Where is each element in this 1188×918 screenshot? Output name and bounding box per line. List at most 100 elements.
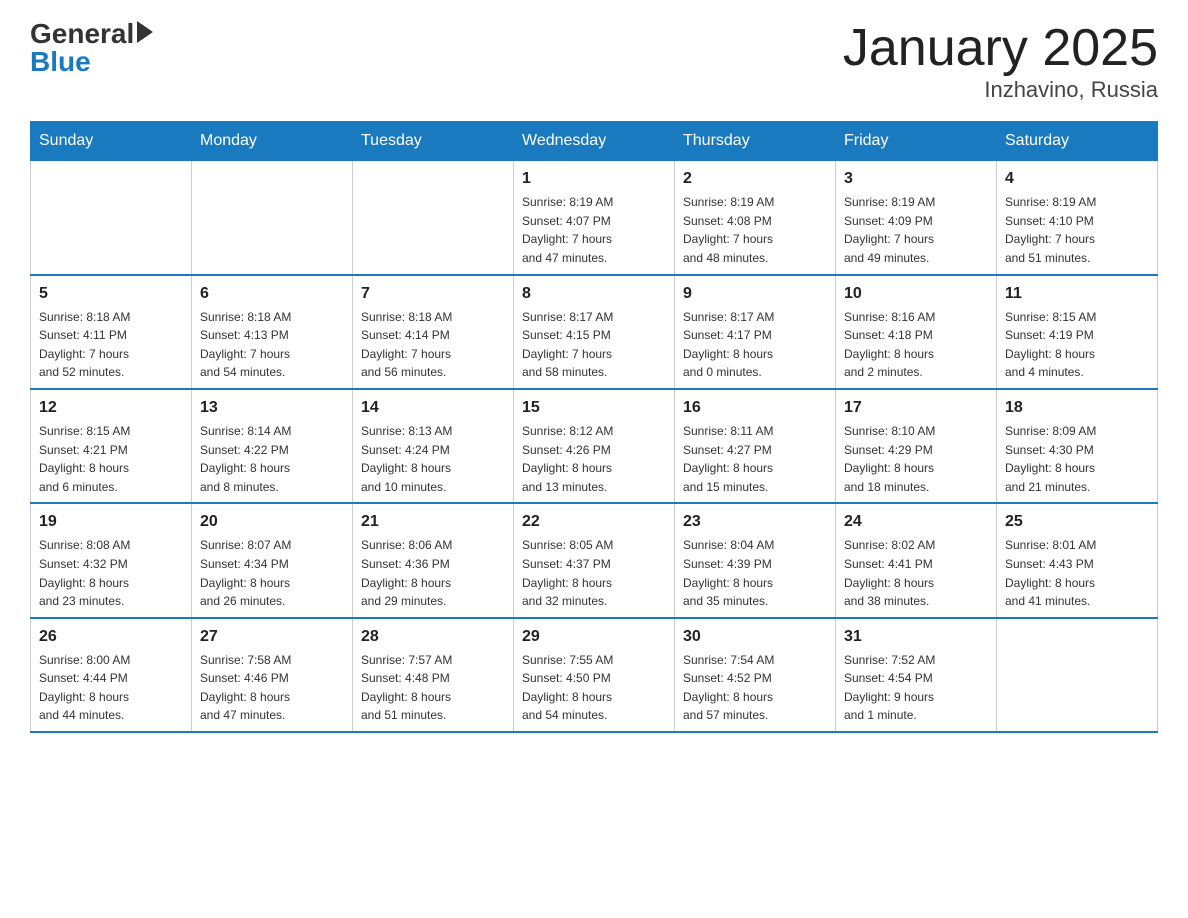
calendar-cell: 8Sunrise: 8:17 AMSunset: 4:15 PMDaylight…	[514, 275, 675, 389]
calendar-cell: 27Sunrise: 7:58 AMSunset: 4:46 PMDayligh…	[192, 618, 353, 732]
calendar-week-4: 19Sunrise: 8:08 AMSunset: 4:32 PMDayligh…	[31, 503, 1158, 617]
day-info: Sunrise: 8:19 AMSunset: 4:10 PMDaylight:…	[1005, 193, 1149, 267]
col-saturday: Saturday	[997, 122, 1158, 161]
day-info: Sunrise: 8:04 AMSunset: 4:39 PMDaylight:…	[683, 536, 827, 610]
calendar-cell: 12Sunrise: 8:15 AMSunset: 4:21 PMDayligh…	[31, 389, 192, 503]
day-info: Sunrise: 7:58 AMSunset: 4:46 PMDaylight:…	[200, 651, 344, 725]
day-number: 4	[1005, 167, 1149, 191]
logo-blue-text: Blue	[30, 48, 91, 76]
calendar-cell: 17Sunrise: 8:10 AMSunset: 4:29 PMDayligh…	[836, 389, 997, 503]
day-info: Sunrise: 8:10 AMSunset: 4:29 PMDaylight:…	[844, 422, 988, 496]
calendar-cell: 16Sunrise: 8:11 AMSunset: 4:27 PMDayligh…	[675, 389, 836, 503]
calendar-cell: 9Sunrise: 8:17 AMSunset: 4:17 PMDaylight…	[675, 275, 836, 389]
calendar-cell: 20Sunrise: 8:07 AMSunset: 4:34 PMDayligh…	[192, 503, 353, 617]
calendar-cell: 29Sunrise: 7:55 AMSunset: 4:50 PMDayligh…	[514, 618, 675, 732]
calendar-cell: 6Sunrise: 8:18 AMSunset: 4:13 PMDaylight…	[192, 275, 353, 389]
calendar-header: Sunday Monday Tuesday Wednesday Thursday…	[31, 122, 1158, 161]
day-info: Sunrise: 8:05 AMSunset: 4:37 PMDaylight:…	[522, 536, 666, 610]
title-block: January 2025 Inzhavino, Russia	[843, 20, 1158, 103]
calendar-cell: 11Sunrise: 8:15 AMSunset: 4:19 PMDayligh…	[997, 275, 1158, 389]
location: Inzhavino, Russia	[843, 77, 1158, 103]
day-number: 13	[200, 396, 344, 420]
day-info: Sunrise: 8:16 AMSunset: 4:18 PMDaylight:…	[844, 308, 988, 382]
day-info: Sunrise: 8:00 AMSunset: 4:44 PMDaylight:…	[39, 651, 183, 725]
logo-general-text: General	[30, 20, 134, 48]
day-number: 1	[522, 167, 666, 191]
day-number: 25	[1005, 510, 1149, 534]
day-number: 11	[1005, 282, 1149, 306]
day-number: 20	[200, 510, 344, 534]
day-number: 14	[361, 396, 505, 420]
day-number: 5	[39, 282, 183, 306]
day-info: Sunrise: 8:19 AMSunset: 4:09 PMDaylight:…	[844, 193, 988, 267]
calendar-cell: 3Sunrise: 8:19 AMSunset: 4:09 PMDaylight…	[836, 161, 997, 275]
day-info: Sunrise: 8:15 AMSunset: 4:21 PMDaylight:…	[39, 422, 183, 496]
day-info: Sunrise: 7:57 AMSunset: 4:48 PMDaylight:…	[361, 651, 505, 725]
calendar-cell	[997, 618, 1158, 732]
day-info: Sunrise: 8:18 AMSunset: 4:11 PMDaylight:…	[39, 308, 183, 382]
day-info: Sunrise: 8:17 AMSunset: 4:17 PMDaylight:…	[683, 308, 827, 382]
calendar-cell: 30Sunrise: 7:54 AMSunset: 4:52 PMDayligh…	[675, 618, 836, 732]
day-info: Sunrise: 8:17 AMSunset: 4:15 PMDaylight:…	[522, 308, 666, 382]
day-number: 9	[683, 282, 827, 306]
day-number: 19	[39, 510, 183, 534]
header-row: Sunday Monday Tuesday Wednesday Thursday…	[31, 122, 1158, 161]
calendar-cell: 28Sunrise: 7:57 AMSunset: 4:48 PMDayligh…	[353, 618, 514, 732]
calendar-cell: 26Sunrise: 8:00 AMSunset: 4:44 PMDayligh…	[31, 618, 192, 732]
calendar-table: Sunday Monday Tuesday Wednesday Thursday…	[30, 121, 1158, 733]
day-info: Sunrise: 7:54 AMSunset: 4:52 PMDaylight:…	[683, 651, 827, 725]
calendar-cell: 25Sunrise: 8:01 AMSunset: 4:43 PMDayligh…	[997, 503, 1158, 617]
calendar-cell: 10Sunrise: 8:16 AMSunset: 4:18 PMDayligh…	[836, 275, 997, 389]
calendar-week-3: 12Sunrise: 8:15 AMSunset: 4:21 PMDayligh…	[31, 389, 1158, 503]
col-monday: Monday	[192, 122, 353, 161]
day-number: 10	[844, 282, 988, 306]
calendar-cell: 23Sunrise: 8:04 AMSunset: 4:39 PMDayligh…	[675, 503, 836, 617]
day-number: 24	[844, 510, 988, 534]
calendar-week-1: 1Sunrise: 8:19 AMSunset: 4:07 PMDaylight…	[31, 161, 1158, 275]
day-number: 7	[361, 282, 505, 306]
calendar-cell: 22Sunrise: 8:05 AMSunset: 4:37 PMDayligh…	[514, 503, 675, 617]
day-info: Sunrise: 7:52 AMSunset: 4:54 PMDaylight:…	[844, 651, 988, 725]
calendar-cell: 7Sunrise: 8:18 AMSunset: 4:14 PMDaylight…	[353, 275, 514, 389]
day-number: 3	[844, 167, 988, 191]
day-number: 21	[361, 510, 505, 534]
day-info: Sunrise: 8:11 AMSunset: 4:27 PMDaylight:…	[683, 422, 827, 496]
day-number: 26	[39, 625, 183, 649]
calendar-week-2: 5Sunrise: 8:18 AMSunset: 4:11 PMDaylight…	[31, 275, 1158, 389]
day-info: Sunrise: 8:06 AMSunset: 4:36 PMDaylight:…	[361, 536, 505, 610]
calendar-body: 1Sunrise: 8:19 AMSunset: 4:07 PMDaylight…	[31, 161, 1158, 732]
calendar-cell	[31, 161, 192, 275]
calendar-cell	[192, 161, 353, 275]
day-info: Sunrise: 8:18 AMSunset: 4:13 PMDaylight:…	[200, 308, 344, 382]
day-number: 27	[200, 625, 344, 649]
day-number: 12	[39, 396, 183, 420]
col-friday: Friday	[836, 122, 997, 161]
col-wednesday: Wednesday	[514, 122, 675, 161]
calendar-cell	[353, 161, 514, 275]
day-number: 22	[522, 510, 666, 534]
logo: General Blue	[30, 20, 153, 76]
day-info: Sunrise: 8:19 AMSunset: 4:07 PMDaylight:…	[522, 193, 666, 267]
page-header: General Blue January 2025 Inzhavino, Rus…	[30, 20, 1158, 103]
calendar-cell: 18Sunrise: 8:09 AMSunset: 4:30 PMDayligh…	[997, 389, 1158, 503]
calendar-cell: 2Sunrise: 8:19 AMSunset: 4:08 PMDaylight…	[675, 161, 836, 275]
day-number: 17	[844, 396, 988, 420]
calendar-cell: 31Sunrise: 7:52 AMSunset: 4:54 PMDayligh…	[836, 618, 997, 732]
day-number: 2	[683, 167, 827, 191]
col-tuesday: Tuesday	[353, 122, 514, 161]
day-info: Sunrise: 8:02 AMSunset: 4:41 PMDaylight:…	[844, 536, 988, 610]
day-info: Sunrise: 8:08 AMSunset: 4:32 PMDaylight:…	[39, 536, 183, 610]
calendar-cell: 24Sunrise: 8:02 AMSunset: 4:41 PMDayligh…	[836, 503, 997, 617]
day-info: Sunrise: 8:14 AMSunset: 4:22 PMDaylight:…	[200, 422, 344, 496]
day-number: 18	[1005, 396, 1149, 420]
day-info: Sunrise: 8:09 AMSunset: 4:30 PMDaylight:…	[1005, 422, 1149, 496]
day-number: 6	[200, 282, 344, 306]
calendar-week-5: 26Sunrise: 8:00 AMSunset: 4:44 PMDayligh…	[31, 618, 1158, 732]
day-info: Sunrise: 8:07 AMSunset: 4:34 PMDaylight:…	[200, 536, 344, 610]
calendar-cell: 1Sunrise: 8:19 AMSunset: 4:07 PMDaylight…	[514, 161, 675, 275]
calendar-cell: 4Sunrise: 8:19 AMSunset: 4:10 PMDaylight…	[997, 161, 1158, 275]
col-thursday: Thursday	[675, 122, 836, 161]
calendar-cell: 13Sunrise: 8:14 AMSunset: 4:22 PMDayligh…	[192, 389, 353, 503]
day-number: 28	[361, 625, 505, 649]
calendar-cell: 15Sunrise: 8:12 AMSunset: 4:26 PMDayligh…	[514, 389, 675, 503]
